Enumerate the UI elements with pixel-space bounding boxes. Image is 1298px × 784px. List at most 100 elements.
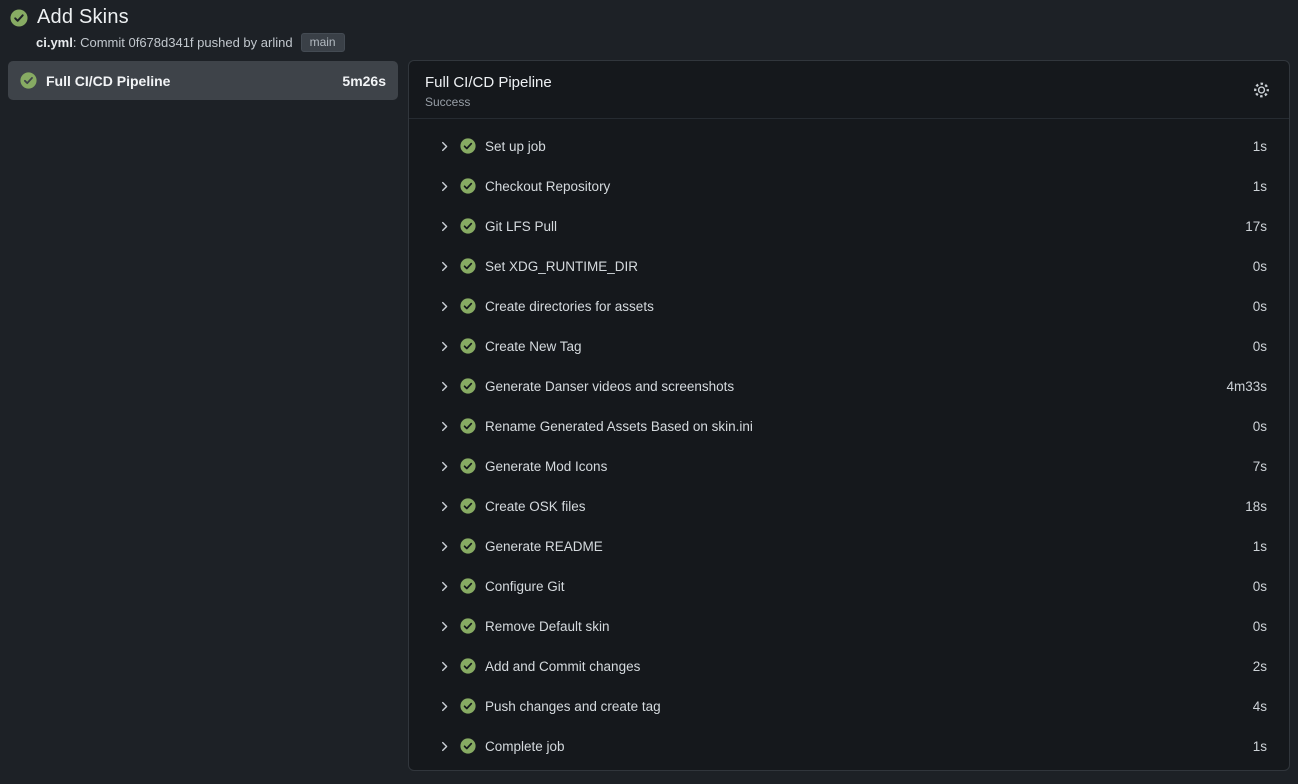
step-row[interactable]: Configure Git 0s <box>409 566 1289 606</box>
step-row[interactable]: Create New Tag 0s <box>409 326 1289 366</box>
job-duration: 5m26s <box>342 73 386 89</box>
step-name: Set XDG_RUNTIME_DIR <box>485 259 1244 274</box>
step-duration: 1s <box>1253 539 1267 554</box>
sidebar-job-item[interactable]: Full CI/CD Pipeline 5m26s <box>8 61 398 100</box>
pushed-by-text: pushed by arlind <box>194 35 293 50</box>
step-duration: 4s <box>1253 699 1267 714</box>
job-title: Full CI/CD Pipeline <box>425 74 1273 92</box>
step-name: Create OSK files <box>485 499 1236 514</box>
step-name: Remove Default skin <box>485 619 1244 634</box>
gear-icon <box>1252 87 1271 102</box>
chevron-right-icon[interactable] <box>438 540 451 553</box>
check-success-icon <box>10 9 28 27</box>
check-success-icon <box>460 338 476 354</box>
chevron-right-icon[interactable] <box>438 260 451 273</box>
step-name: Create directories for assets <box>485 299 1244 314</box>
step-duration: 0s <box>1253 419 1267 434</box>
check-success-icon <box>460 698 476 714</box>
run-header: Add Skins ci.yml: Commit 0f678d341f push… <box>10 6 345 52</box>
step-duration: 1s <box>1253 739 1267 754</box>
commit-summary: ci.yml: Commit 0f678d341f pushed by arli… <box>36 33 345 52</box>
step-row[interactable]: Git LFS Pull 17s <box>409 206 1289 246</box>
chevron-right-icon[interactable] <box>438 420 451 433</box>
step-name: Generate Danser videos and screenshots <box>485 379 1217 394</box>
check-success-icon <box>460 298 476 314</box>
step-duration: 18s <box>1245 499 1267 514</box>
step-name: Set up job <box>485 139 1244 154</box>
check-success-icon <box>460 538 476 554</box>
check-success-icon <box>460 418 476 434</box>
commit-hash-link[interactable]: 0f678d341f <box>128 35 193 50</box>
check-success-icon <box>460 138 476 154</box>
chevron-right-icon[interactable] <box>438 140 451 153</box>
chevron-right-icon[interactable] <box>438 660 451 673</box>
step-duration: 1s <box>1253 179 1267 194</box>
chevron-right-icon[interactable] <box>438 300 451 313</box>
step-row[interactable]: Create directories for assets 0s <box>409 286 1289 326</box>
step-row[interactable]: Add and Commit changes 2s <box>409 646 1289 686</box>
check-success-icon <box>460 258 476 274</box>
step-name: Complete job <box>485 739 1244 754</box>
branch-badge[interactable]: main <box>301 33 345 52</box>
chevron-right-icon[interactable] <box>438 220 451 233</box>
step-row[interactable]: Push changes and create tag 4s <box>409 686 1289 726</box>
chevron-right-icon[interactable] <box>438 380 451 393</box>
step-duration: 0s <box>1253 619 1267 634</box>
steps-list: Set up job 1s Checkout Repository 1s <box>409 119 1289 770</box>
chevron-right-icon[interactable] <box>438 460 451 473</box>
step-row[interactable]: Set XDG_RUNTIME_DIR 0s <box>409 246 1289 286</box>
check-success-icon <box>460 218 476 234</box>
step-row[interactable]: Remove Default skin 0s <box>409 606 1289 646</box>
step-duration: 0s <box>1253 339 1267 354</box>
step-row[interactable]: Generate README 1s <box>409 526 1289 566</box>
check-success-icon <box>20 72 37 89</box>
job-status-text: Success <box>425 95 1273 109</box>
step-name: Generate Mod Icons <box>485 459 1244 474</box>
chevron-right-icon[interactable] <box>438 700 451 713</box>
step-duration: 4m33s <box>1226 379 1267 394</box>
commit-label: : Commit <box>73 35 129 50</box>
step-name: Add and Commit changes <box>485 659 1244 674</box>
step-duration: 0s <box>1253 299 1267 314</box>
chevron-right-icon[interactable] <box>438 500 451 513</box>
step-duration: 0s <box>1253 579 1267 594</box>
step-row[interactable]: Generate Mod Icons 7s <box>409 446 1289 486</box>
chevron-right-icon[interactable] <box>438 580 451 593</box>
step-duration: 2s <box>1253 659 1267 674</box>
step-row[interactable]: Set up job 1s <box>409 126 1289 166</box>
check-success-icon <box>460 378 476 394</box>
job-name: Full CI/CD Pipeline <box>46 73 333 89</box>
step-row[interactable]: Create OSK files 18s <box>409 486 1289 526</box>
step-duration: 17s <box>1245 219 1267 234</box>
check-success-icon <box>460 738 476 754</box>
check-success-icon <box>460 618 476 634</box>
chevron-right-icon[interactable] <box>438 620 451 633</box>
step-name: Create New Tag <box>485 339 1244 354</box>
check-success-icon <box>460 178 476 194</box>
job-detail-panel: Full CI/CD Pipeline Success <box>408 60 1290 771</box>
step-name: Rename Generated Assets Based on skin.in… <box>485 419 1244 434</box>
chevron-right-icon[interactable] <box>438 340 451 353</box>
step-name: Generate README <box>485 539 1244 554</box>
step-row[interactable]: Rename Generated Assets Based on skin.in… <box>409 406 1289 446</box>
chevron-right-icon[interactable] <box>438 740 451 753</box>
step-name: Git LFS Pull <box>485 219 1236 234</box>
step-name: Push changes and create tag <box>485 699 1244 714</box>
step-row[interactable]: Generate Danser videos and screenshots 4… <box>409 366 1289 406</box>
job-settings-button[interactable] <box>1248 76 1275 103</box>
step-duration: 1s <box>1253 139 1267 154</box>
step-duration: 0s <box>1253 259 1267 274</box>
workflow-file-name: ci.yml <box>36 35 73 50</box>
job-detail-header: Full CI/CD Pipeline Success <box>409 61 1289 119</box>
check-success-icon <box>460 578 476 594</box>
chevron-right-icon[interactable] <box>438 180 451 193</box>
step-name: Checkout Repository <box>485 179 1244 194</box>
check-success-icon <box>460 458 476 474</box>
check-success-icon <box>460 498 476 514</box>
step-row[interactable]: Checkout Repository 1s <box>409 166 1289 206</box>
check-success-icon <box>460 658 476 674</box>
page-title: Add Skins <box>37 6 129 29</box>
step-duration: 7s <box>1253 459 1267 474</box>
step-name: Configure Git <box>485 579 1244 594</box>
step-row[interactable]: Complete job 1s <box>409 726 1289 766</box>
